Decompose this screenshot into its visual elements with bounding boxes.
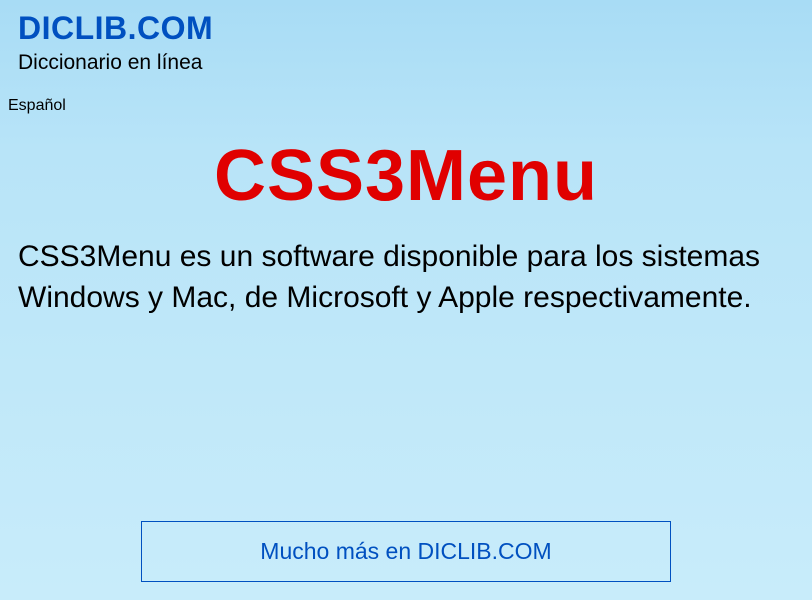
page-title: CSS3Menu [0, 135, 812, 217]
language-selector[interactable]: Español [0, 75, 812, 115]
site-title[interactable]: DICLIB.COM [0, 0, 812, 47]
site-subtitle: Diccionario en línea [0, 47, 812, 75]
article-body: CSS3Menu es un software disponible para … [0, 217, 812, 318]
more-link-button[interactable]: Mucho más en DICLIB.COM [141, 521, 671, 582]
